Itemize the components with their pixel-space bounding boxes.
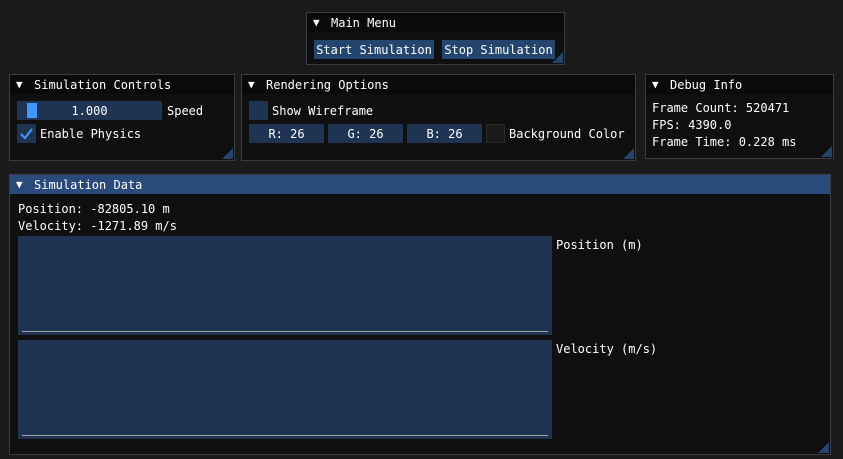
- resize-grip[interactable]: [818, 442, 829, 453]
- show-wireframe-checkbox[interactable]: [249, 101, 268, 120]
- collapse-triangle-icon[interactable]: ▼: [16, 178, 34, 191]
- enable-physics-label: Enable Physics: [40, 127, 142, 141]
- collapse-triangle-icon[interactable]: ▼: [16, 78, 34, 91]
- background-color-swatch[interactable]: [486, 124, 505, 143]
- position-plot[interactable]: [18, 236, 552, 335]
- collapse-triangle-icon[interactable]: ▼: [652, 78, 670, 91]
- stop-simulation-button[interactable]: Stop Simulation: [442, 40, 555, 59]
- show-wireframe-label: Show Wireframe: [272, 104, 374, 118]
- resize-grip[interactable]: [222, 148, 233, 159]
- fps-text: FPS: 4390.0: [652, 118, 732, 132]
- color-b-input[interactable]: B: 26: [407, 124, 482, 143]
- velocity-plot[interactable]: [18, 340, 552, 439]
- simulation-controls-title: Simulation Controls: [34, 77, 172, 92]
- main-menu-title: Main Menu: [331, 15, 397, 30]
- velocity-plot-line: [22, 435, 548, 436]
- simulation-data-titlebar[interactable]: ▼ Simulation Data: [10, 175, 830, 194]
- simulation-controls-window: ▼ Simulation Controls 1.000 Speed Enable…: [9, 74, 235, 161]
- rendering-options-title: Rendering Options: [266, 77, 389, 92]
- rendering-options-titlebar[interactable]: ▼ Rendering Options: [242, 75, 635, 94]
- debug-info-window: ▼ Debug Info Frame Count: 520471 FPS: 43…: [645, 74, 834, 159]
- simulation-data-window: ▼ Simulation Data Position: -82805.10 m …: [9, 174, 831, 455]
- speed-label: Speed: [167, 104, 204, 118]
- speed-slider-value: 1.000: [71, 103, 108, 118]
- debug-info-titlebar[interactable]: ▼ Debug Info: [646, 75, 833, 94]
- background-color-label: Background Color: [509, 127, 625, 141]
- resize-grip[interactable]: [821, 146, 832, 157]
- resize-grip[interactable]: [623, 148, 634, 159]
- simulation-data-title: Simulation Data: [34, 177, 143, 192]
- enable-physics-checkbox[interactable]: [17, 124, 36, 143]
- main-menu-titlebar[interactable]: ▼ Main Menu: [307, 13, 564, 32]
- color-r-input[interactable]: R: 26: [249, 124, 324, 143]
- start-simulation-button[interactable]: Start Simulation: [314, 40, 434, 59]
- velocity-text: Velocity: -1271.89 m/s: [18, 219, 177, 233]
- checkmark-icon: [20, 128, 33, 140]
- frame-time-text: Frame Time: 0.228 ms: [652, 135, 797, 149]
- color-g-input[interactable]: G: 26: [328, 124, 403, 143]
- debug-info-title: Debug Info: [670, 77, 743, 92]
- frame-count-text: Frame Count: 520471: [652, 101, 790, 115]
- speed-slider[interactable]: 1.000: [17, 101, 162, 120]
- resize-grip[interactable]: [552, 52, 563, 63]
- collapse-triangle-icon[interactable]: ▼: [248, 78, 266, 91]
- position-plot-line: [22, 331, 548, 332]
- collapse-triangle-icon[interactable]: ▼: [313, 16, 331, 29]
- position-plot-label: Position (m): [556, 238, 643, 252]
- rendering-options-window: ▼ Rendering Options Show Wireframe R: 26…: [241, 74, 636, 161]
- position-text: Position: -82805.10 m: [18, 202, 170, 216]
- velocity-plot-label: Velocity (m/s): [556, 342, 658, 356]
- main-menu-window: ▼ Main Menu Start Simulation Stop Simula…: [306, 12, 565, 65]
- simulation-controls-titlebar[interactable]: ▼ Simulation Controls: [10, 75, 234, 94]
